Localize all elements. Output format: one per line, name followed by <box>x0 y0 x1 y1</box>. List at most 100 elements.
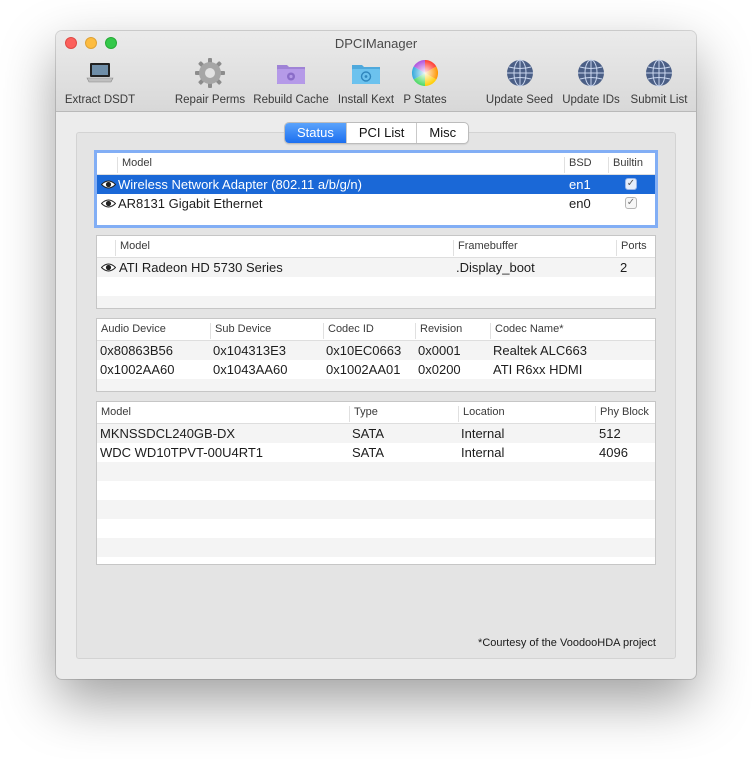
column-model[interactable]: Model <box>117 157 152 173</box>
network-globe-icon <box>578 59 604 87</box>
eye-icon[interactable] <box>101 262 116 273</box>
table-row <box>97 277 655 296</box>
rebuild-cache-button[interactable]: Rebuild Cache <box>251 57 331 107</box>
network-table[interactable]: Model BSD Builtin Wireless Network Adapt… <box>94 150 658 228</box>
network-globe-icon <box>646 59 672 87</box>
repair-perms-label: Repair Perms <box>174 94 246 106</box>
column-model[interactable]: Model <box>97 406 131 422</box>
table-row[interactable]: MKNSSDCL240GB-DX SATA Internal 512 <box>97 424 655 443</box>
window-title: DPCIManager <box>334 36 418 51</box>
network-bsd: en1 <box>569 177 591 192</box>
install-kext-label: Install Kext <box>337 94 395 106</box>
storage-phy-block: 4096 <box>599 445 628 460</box>
table-row <box>97 500 655 519</box>
eye-icon[interactable] <box>101 198 116 209</box>
app-window: DPCIManager Extract DSDT Repair Perms Re… <box>56 31 696 679</box>
table-row[interactable]: AR8131 Gigabit Ethernet en0 ✓ <box>97 194 655 213</box>
graphics-table[interactable]: Model Framebuffer Ports ATI Radeon HD 57… <box>96 235 656 309</box>
storage-location: Internal <box>461 426 505 441</box>
storage-type: SATA <box>352 426 385 441</box>
laptop-icon <box>86 63 114 83</box>
network-bsd: en0 <box>569 196 591 211</box>
p-states-button[interactable]: P States <box>399 57 451 107</box>
network-table-header: Model BSD Builtin <box>97 153 655 175</box>
audio-codec-id: 0x1002AA01 <box>326 362 401 377</box>
column-sub-device[interactable]: Sub Device <box>210 323 271 339</box>
audio-device: 0x80863B56 <box>100 343 174 358</box>
table-row <box>97 296 655 308</box>
table-row <box>97 379 655 391</box>
column-location[interactable]: Location <box>458 406 505 422</box>
column-type[interactable]: Type <box>349 406 378 422</box>
table-row[interactable]: Wireless Network Adapter (802.11 a/b/g/n… <box>97 175 655 194</box>
update-ids-label: Update IDs <box>562 94 620 106</box>
table-row <box>97 519 655 538</box>
folder-icon <box>352 65 380 84</box>
tab-pci-list[interactable]: PCI List <box>345 123 417 143</box>
column-codec-id[interactable]: Codec ID <box>323 323 374 339</box>
extract-dsdt-label: Extract DSDT <box>64 94 136 106</box>
builtin-checkbox[interactable]: ✓ <box>625 178 637 190</box>
column-bsd[interactable]: BSD <box>564 157 592 173</box>
audio-table[interactable]: Audio Device Sub Device Codec ID Revisio… <box>96 318 656 392</box>
network-globe-icon <box>506 59 533 87</box>
audio-table-header: Audio Device Sub Device Codec ID Revisio… <box>97 319 655 341</box>
column-ports[interactable]: Ports <box>616 240 647 256</box>
table-row <box>97 462 655 481</box>
table-row <box>97 481 655 500</box>
column-codec-name[interactable]: Codec Name* <box>490 323 563 339</box>
extract-dsdt-button[interactable]: Extract DSDT <box>61 57 139 107</box>
table-row[interactable]: ATI Radeon HD 5730 Series .Display_boot … <box>97 258 655 277</box>
network-model: Wireless Network Adapter (802.11 a/b/g/n… <box>118 177 362 192</box>
eye-icon[interactable] <box>101 179 116 190</box>
graphics-table-header: Model Framebuffer Ports <box>97 236 655 258</box>
storage-phy-block: 512 <box>599 426 621 441</box>
column-revision[interactable]: Revision <box>415 323 462 339</box>
voodoohda-footnote: *Courtesy of the VoodooHDA project <box>478 637 656 649</box>
network-model: AR8131 Gigabit Ethernet <box>118 196 263 211</box>
storage-model: WDC WD10TPVT-00U4RT1 <box>100 445 264 460</box>
graphics-ports: 2 <box>620 260 628 275</box>
column-model[interactable]: Model <box>115 240 150 256</box>
p-states-label: P States <box>403 94 447 106</box>
audio-sub-device: 0x104313E3 <box>213 343 287 358</box>
audio-codec-name: Realtek ALC663 <box>493 343 587 358</box>
table-row[interactable]: WDC WD10TPVT-00U4RT1 SATA Internal 4096 <box>97 443 655 462</box>
title-bar: DPCIManager Extract DSDT Repair Perms Re… <box>56 31 696 112</box>
storage-model: MKNSSDCL240GB-DX <box>100 426 236 441</box>
audio-revision: 0x0001 <box>418 343 461 358</box>
storage-location: Internal <box>461 445 505 460</box>
column-phy-block[interactable]: Phy Block <box>595 406 649 422</box>
audio-revision: 0x0200 <box>418 362 461 377</box>
storage-table[interactable]: Model Type Location Phy Block MKNSSDCL24… <box>96 401 656 565</box>
audio-codec-id: 0x10EC0663 <box>326 343 402 358</box>
submit-list-button[interactable]: Submit List <box>626 57 692 107</box>
rebuild-cache-label: Rebuild Cache <box>253 94 329 106</box>
storage-table-header: Model Type Location Phy Block <box>97 402 655 424</box>
submit-list-label: Submit List <box>630 94 688 106</box>
tab-segmented-control: Status PCI List Misc <box>284 122 470 144</box>
update-ids-button[interactable]: Update IDs <box>559 57 623 107</box>
graphics-framebuffer: .Display_boot <box>456 260 535 275</box>
install-kext-button[interactable]: Install Kext <box>334 57 398 107</box>
tab-status[interactable]: Status <box>285 123 346 143</box>
column-framebuffer[interactable]: Framebuffer <box>453 240 518 256</box>
audio-sub-device: 0x1043AA60 <box>213 362 288 377</box>
update-seed-label: Update Seed <box>485 94 554 106</box>
repair-perms-button[interactable]: Repair Perms <box>172 57 248 107</box>
builtin-checkbox[interactable]: ✓ <box>625 197 637 209</box>
audio-codec-name: ATI R6xx HDMI <box>493 362 583 377</box>
graphics-model: ATI Radeon HD 5730 Series <box>119 260 283 275</box>
column-audio-device[interactable]: Audio Device <box>97 323 166 339</box>
folder-icon <box>277 65 305 84</box>
storage-type: SATA <box>352 445 385 460</box>
gear-icon <box>195 58 225 88</box>
tab-misc[interactable]: Misc <box>416 123 468 143</box>
column-builtin[interactable]: Builtin <box>608 157 643 173</box>
table-row <box>97 538 655 557</box>
table-row[interactable]: 0x80863B56 0x104313E3 0x10EC0663 0x0001 … <box>97 341 655 360</box>
color-wheel-icon <box>411 59 439 87</box>
update-seed-button[interactable]: Update Seed <box>482 57 557 107</box>
table-row[interactable]: 0x1002AA60 0x1043AA60 0x1002AA01 0x0200 … <box>97 360 655 379</box>
audio-device: 0x1002AA60 <box>100 362 175 377</box>
